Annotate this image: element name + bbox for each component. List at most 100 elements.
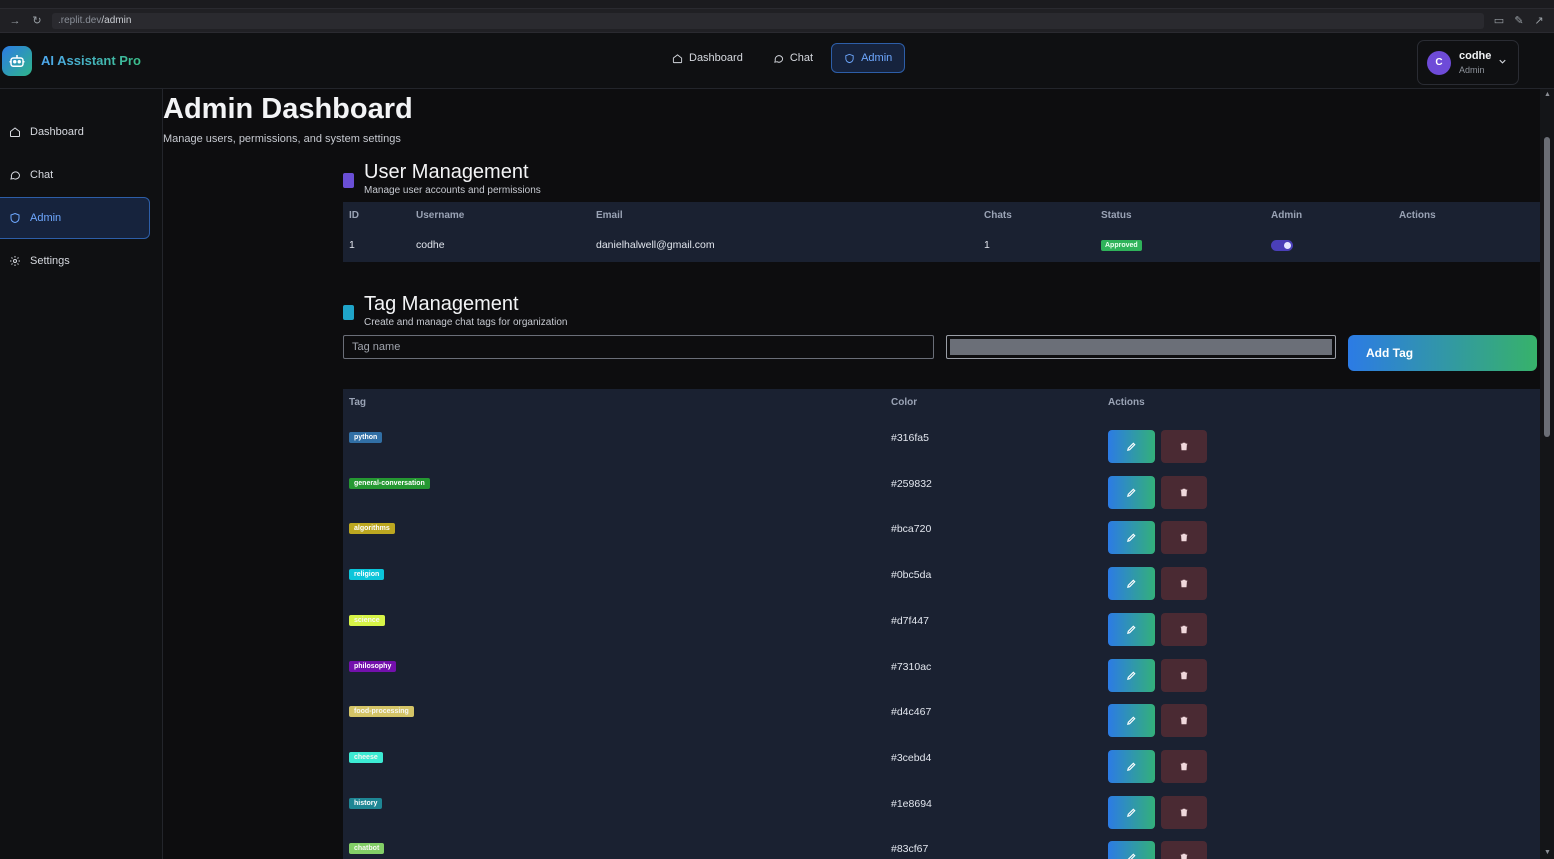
tag-color-value: #3cebd4 bbox=[891, 751, 932, 764]
tag-badge: science bbox=[349, 614, 385, 626]
delete-tag-button[interactable] bbox=[1161, 521, 1207, 555]
tag-row: python #316fa5 bbox=[343, 424, 1554, 470]
home-icon bbox=[672, 53, 683, 63]
shield-icon bbox=[10, 212, 20, 224]
tag-badge: general-conversation bbox=[349, 477, 430, 489]
delete-tag-button[interactable] bbox=[1161, 612, 1207, 646]
pencil-icon bbox=[1127, 579, 1136, 589]
col-header-actions: Actions bbox=[1399, 210, 1436, 221]
col-header-actions: Actions bbox=[1108, 397, 1145, 408]
tag-badge: chatbot bbox=[349, 843, 385, 855]
edit-tag-button[interactable] bbox=[1108, 795, 1155, 829]
sidebar-item-chat[interactable]: Chat bbox=[0, 154, 150, 196]
topnav-label: Dashboard bbox=[689, 52, 743, 64]
col-header-email: Email bbox=[596, 210, 623, 221]
topnav-label: Chat bbox=[789, 52, 814, 64]
tag-row: philosophy #7310ac bbox=[343, 653, 1554, 699]
tag-row: general-conversation #259832 bbox=[343, 470, 1554, 516]
tag-badge: philosophy bbox=[349, 660, 397, 672]
trash-icon bbox=[1180, 808, 1188, 816]
admin-toggle[interactable] bbox=[1271, 240, 1293, 251]
add-tag-button[interactable]: Add Tag bbox=[1348, 335, 1537, 371]
tag-color-value: #316fa5 bbox=[891, 432, 929, 444]
app-header: AI Assistant Pro Dashboard Chat Admin C … bbox=[0, 33, 1554, 89]
scroll-up-icon[interactable]: ▲ bbox=[1544, 91, 1551, 99]
trash-icon bbox=[1180, 488, 1188, 496]
sidebar-item-dashboard[interactable]: Dashboard bbox=[0, 111, 150, 153]
section-subtitle: Create and manage chat tags for organiza… bbox=[364, 317, 568, 328]
cast-icon[interactable]: ▭ bbox=[1492, 14, 1506, 28]
delete-tag-button[interactable] bbox=[1161, 795, 1207, 829]
tag-row: chatbot #83cf67 bbox=[343, 835, 1554, 859]
tag-badge: algorithms bbox=[349, 523, 395, 535]
shield-icon bbox=[845, 53, 854, 63]
sidebar: Dashboard Chat Admin Settings bbox=[0, 89, 163, 859]
trash-icon bbox=[1180, 854, 1188, 859]
main-content: Admin Dashboard Manage users, permission… bbox=[163, 89, 1554, 859]
trash-icon bbox=[1180, 534, 1188, 542]
tag-color-value: #d4c467 bbox=[891, 706, 932, 719]
scroll-down-icon[interactable]: ▼ bbox=[1544, 849, 1551, 857]
trash-icon bbox=[1180, 625, 1188, 634]
user-role: Admin bbox=[1459, 65, 1485, 75]
tag-color-value: #0bc5da bbox=[891, 569, 932, 582]
pencil-icon bbox=[1127, 670, 1136, 680]
edit-tag-button[interactable] bbox=[1108, 658, 1155, 692]
chat-icon bbox=[10, 171, 21, 180]
tag-color-value: #83cf67 bbox=[891, 843, 929, 856]
tools-icon[interactable]: ✎ bbox=[1512, 14, 1526, 28]
delete-tag-button[interactable] bbox=[1161, 704, 1207, 738]
pencil-icon bbox=[1127, 808, 1136, 817]
edit-tag-button[interactable] bbox=[1108, 749, 1155, 783]
brand[interactable]: AI Assistant Pro bbox=[0, 45, 141, 76]
sidebar-item-settings[interactable]: Settings bbox=[0, 240, 150, 282]
sidebar-item-label: Settings bbox=[30, 255, 70, 267]
browser-toolbar: → ↻ .replit.dev/admin ▭ ✎ ↗ bbox=[0, 9, 1554, 33]
delete-tag-button[interactable] bbox=[1161, 567, 1207, 601]
topnav-label: Admin bbox=[861, 52, 893, 64]
edit-tag-button[interactable] bbox=[1108, 521, 1155, 555]
edit-tag-button[interactable] bbox=[1108, 567, 1155, 601]
sidebar-item-admin[interactable]: Admin bbox=[0, 197, 150, 239]
edit-tag-button[interactable] bbox=[1108, 612, 1155, 646]
edit-tag-button[interactable] bbox=[1108, 704, 1155, 738]
scroll-thumb[interactable] bbox=[1544, 137, 1550, 437]
delete-tag-button[interactable] bbox=[1161, 475, 1207, 509]
pencil-icon bbox=[1127, 488, 1136, 497]
forward-icon[interactable]: → bbox=[8, 14, 22, 28]
topnav-admin[interactable]: Admin bbox=[831, 43, 906, 73]
edit-tag-button[interactable] bbox=[1108, 430, 1155, 463]
cell-chats: 1 bbox=[984, 239, 990, 251]
pencil-icon bbox=[1127, 625, 1136, 634]
tag-badge: python bbox=[349, 432, 383, 443]
trash-icon bbox=[1180, 716, 1188, 725]
tag-row: religion #0bc5da bbox=[343, 561, 1554, 607]
topnav-dashboard[interactable]: Dashboard bbox=[660, 43, 755, 73]
col-header-username: Username bbox=[416, 210, 465, 221]
trash-icon bbox=[1180, 442, 1188, 451]
tag-icon bbox=[343, 305, 354, 320]
delete-tag-button[interactable] bbox=[1161, 658, 1207, 692]
tag-management-header: Tag Management Create and manage chat ta… bbox=[343, 293, 567, 328]
edit-tag-button[interactable] bbox=[1108, 475, 1155, 509]
open-external-icon[interactable]: ↗ bbox=[1532, 14, 1546, 28]
tag-color-value: #7310ac bbox=[891, 660, 932, 673]
address-bar[interactable]: .replit.dev/admin bbox=[52, 12, 1484, 29]
tag-badge: food-processing bbox=[349, 706, 414, 718]
col-header-color: Color bbox=[891, 397, 918, 408]
page-scrollbar[interactable]: ▲ ▼ bbox=[1540, 89, 1554, 859]
user-menu[interactable]: C codhe Admin bbox=[1417, 40, 1519, 85]
avatar: C bbox=[1427, 50, 1451, 75]
reload-icon[interactable]: ↻ bbox=[30, 14, 44, 28]
delete-tag-button[interactable] bbox=[1161, 749, 1207, 783]
tag-name-input[interactable]: Tag name bbox=[343, 335, 934, 359]
delete-tag-button[interactable] bbox=[1161, 841, 1207, 859]
tag-color-value: #d7f447 bbox=[891, 614, 929, 627]
edit-tag-button[interactable] bbox=[1108, 841, 1155, 859]
pencil-icon bbox=[1127, 762, 1136, 771]
topnav-chat[interactable]: Chat bbox=[761, 43, 825, 73]
tag-color-picker[interactable] bbox=[946, 335, 1336, 359]
sidebar-item-label: Admin bbox=[30, 212, 62, 224]
pencil-icon bbox=[1127, 716, 1136, 726]
delete-tag-button[interactable] bbox=[1161, 430, 1207, 463]
